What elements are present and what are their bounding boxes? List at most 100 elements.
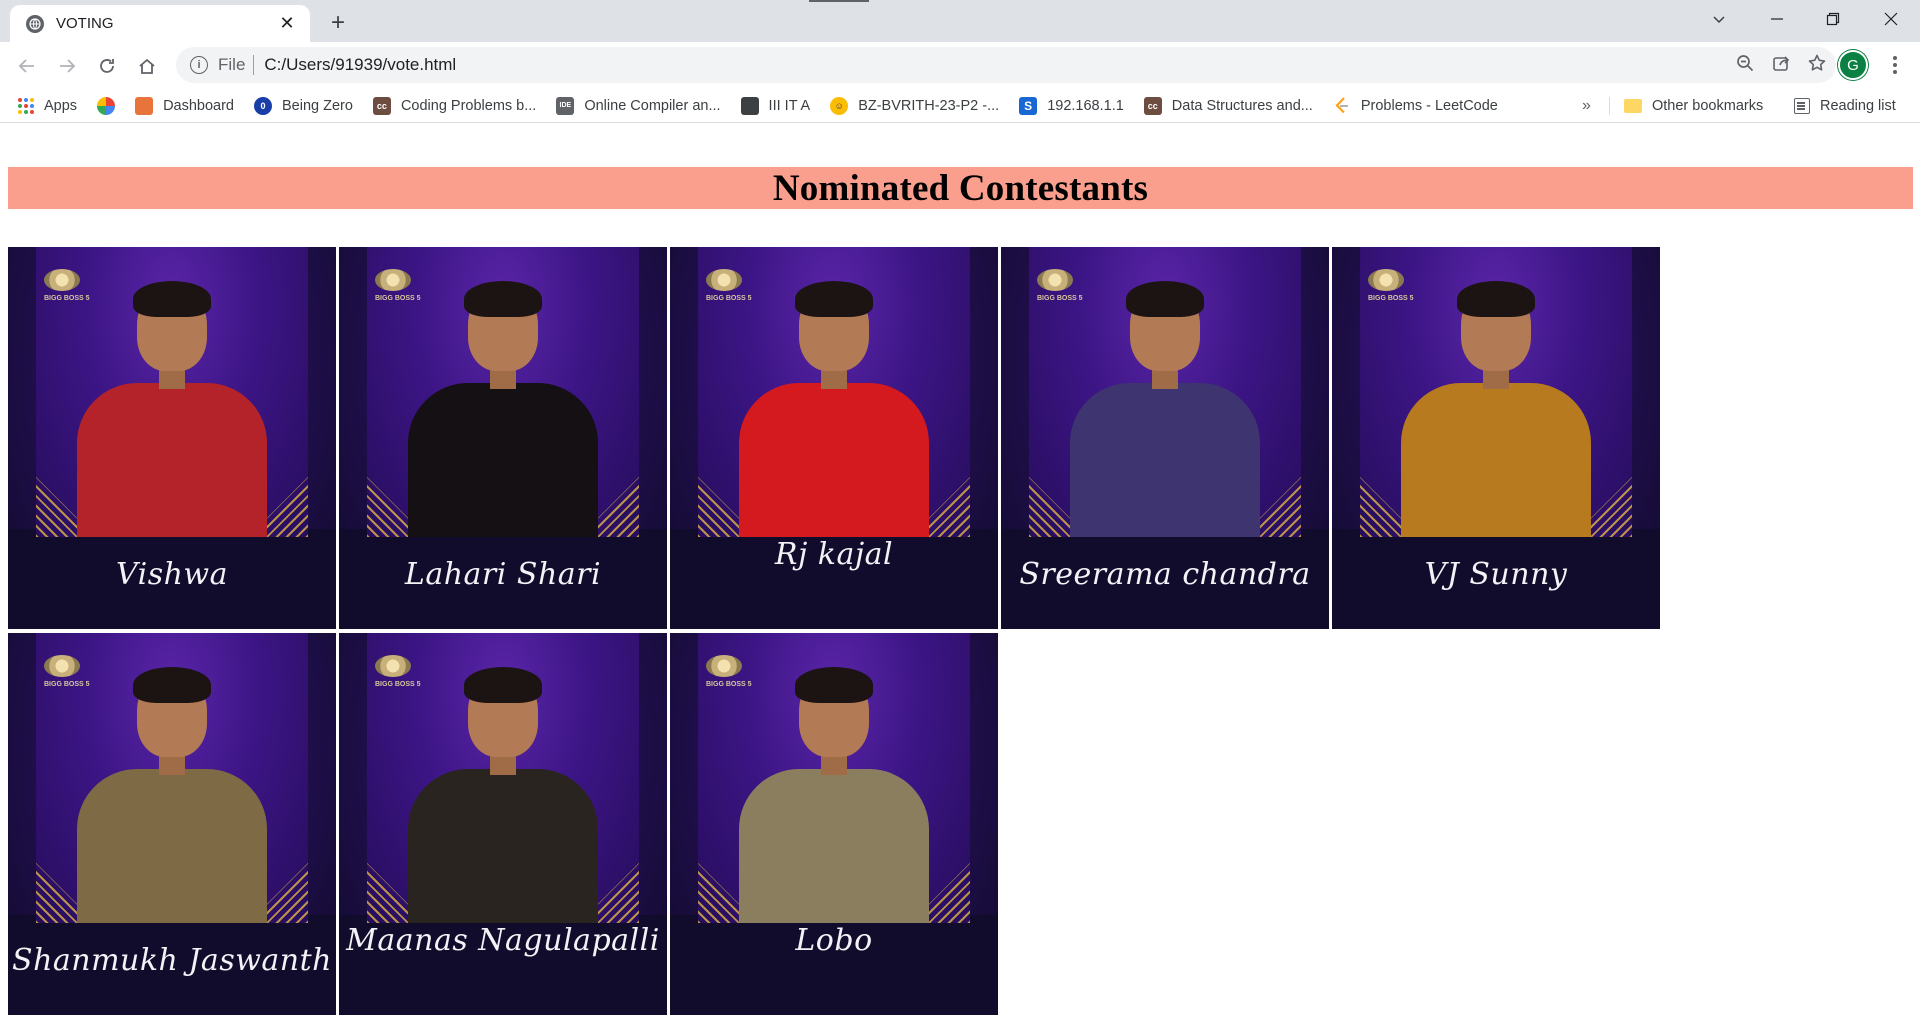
contestant-card[interactable]: BIGG BOSS 5 Sreerama chandra xyxy=(1001,247,1329,629)
bookmark-multicolor-app[interactable] xyxy=(97,92,116,120)
bookmark-router[interactable]: S 192.168.1.1 xyxy=(1019,92,1124,120)
other-bookmarks-label: Other bookmarks xyxy=(1652,98,1764,114)
contestant-photo: BIGG BOSS 5 xyxy=(36,247,308,537)
tab-search-button[interactable] xyxy=(1690,0,1748,38)
forward-button[interactable] xyxy=(50,49,84,83)
dashboard-icon xyxy=(135,96,154,115)
contestant-outfit xyxy=(1401,383,1591,537)
contestant-name: Maanas Nagulapalli xyxy=(346,923,660,958)
contestant-hair xyxy=(1457,281,1535,317)
contestant-card[interactable]: BIGG BOSS 5 Vishwa xyxy=(8,247,336,629)
globe-icon xyxy=(26,14,44,33)
page-title: Nominated Contestants xyxy=(772,167,1149,209)
contestant-figure xyxy=(77,281,267,537)
contestant-outfit xyxy=(408,769,598,923)
bigg-boss-eye-logo xyxy=(44,655,80,677)
url-scheme: File xyxy=(218,55,246,74)
reading-list-icon xyxy=(1794,98,1810,114)
contestant-outfit xyxy=(77,383,267,537)
close-window-button[interactable] xyxy=(1862,0,1920,38)
being-zero-icon: 0 xyxy=(254,96,272,115)
profile-avatar[interactable]: G xyxy=(1838,50,1868,80)
contestant-hair xyxy=(464,667,542,703)
reading-list-label: Reading list xyxy=(1820,98,1896,114)
url-text[interactable]: C:/Users/91939/vote.html xyxy=(264,55,456,75)
contestant-photo: BIGG BOSS 5 xyxy=(367,633,639,923)
bookmarks-bar: Apps Dashboard 0 Being Zero cc Coding Pr… xyxy=(0,89,1920,123)
tab-title: VOTING xyxy=(56,15,114,32)
contestant-hair xyxy=(464,281,542,317)
contestant-hair xyxy=(795,281,873,317)
bigg-boss-eye-logo xyxy=(706,269,742,291)
bookmark-label: 192.168.1.1 xyxy=(1047,97,1124,114)
contestant-figure xyxy=(77,667,267,923)
apps-grid-icon xyxy=(18,97,34,114)
contestant-name: Vishwa xyxy=(115,557,228,592)
bigg-boss-eye-logo xyxy=(44,269,80,291)
contestant-figure xyxy=(739,667,929,923)
contestant-card[interactable]: BIGG BOSS 5 Lobo xyxy=(670,633,998,1015)
bookmark-being-zero[interactable]: 0 Being Zero xyxy=(254,92,353,120)
contestant-photo: BIGG BOSS 5 xyxy=(367,247,639,537)
address-bar[interactable]: i File C:/Users/91939/vote.html xyxy=(176,47,1836,83)
zoom-icon[interactable] xyxy=(1736,54,1754,77)
contestant-figure xyxy=(739,281,929,537)
contestant-outfit xyxy=(1070,383,1260,537)
contestant-card[interactable]: BIGG BOSS 5 Shanmukh Jaswanth xyxy=(8,633,336,1015)
tab-voting[interactable]: VOTING ✕ xyxy=(10,5,310,42)
bookmark-leetcode[interactable]: Problems - LeetCode xyxy=(1333,92,1498,120)
home-button[interactable] xyxy=(130,49,164,83)
smiley-icon: ☺ xyxy=(830,96,849,115)
bookmark-apps[interactable]: Apps xyxy=(18,92,77,120)
bookmark-data-structures[interactable]: cc Data Structures and... xyxy=(1143,92,1313,120)
bigg-boss-eye-logo xyxy=(375,269,411,291)
reading-list[interactable]: Reading list xyxy=(1794,92,1896,120)
bigg-boss-eye-logo xyxy=(1037,269,1073,291)
contestant-hair xyxy=(133,281,211,317)
restore-button[interactable] xyxy=(1804,0,1862,38)
contestant-hair xyxy=(1126,281,1204,317)
contestant-card[interactable]: BIGG BOSS 5 VJ Sunny xyxy=(1332,247,1660,629)
bookmark-dashboard[interactable]: Dashboard xyxy=(135,92,234,120)
bookmark-star-icon[interactable] xyxy=(1808,54,1826,77)
bookmark-iii-it-a[interactable]: III IT A xyxy=(740,92,811,120)
minimize-button[interactable] xyxy=(1748,0,1806,38)
reload-button[interactable] xyxy=(90,49,124,83)
cc-icon: cc xyxy=(372,96,391,115)
contestant-card[interactable]: BIGG BOSS 5 Lahari Shari xyxy=(339,247,667,629)
more-menu-icon[interactable] xyxy=(1880,50,1910,80)
bookmark-online-compiler[interactable]: IDE Online Compiler an... xyxy=(556,92,721,120)
bookmark-label: Coding Problems b... xyxy=(400,97,537,114)
contestant-name: Lahari Shari xyxy=(404,557,602,592)
contestant-name: Sreerama chandra xyxy=(1019,557,1311,592)
share-icon[interactable] xyxy=(1772,54,1790,77)
bookmark-label: III IT A xyxy=(768,97,811,114)
bookmark-label: BZ-BVRITH-23-P2 -... xyxy=(858,97,1000,114)
bigg-boss-eye-logo xyxy=(375,655,411,677)
bookmark-label: Problems - LeetCode xyxy=(1360,97,1498,114)
contestant-outfit xyxy=(408,383,598,537)
contestant-photo: BIGG BOSS 5 xyxy=(36,633,308,923)
bookmark-bz-bvrith[interactable]: ☺ BZ-BVRITH-23-P2 -... xyxy=(830,92,999,120)
back-button[interactable] xyxy=(10,49,44,83)
contestant-hair xyxy=(133,667,211,703)
heading-banner: Nominated Contestants xyxy=(8,167,1913,209)
contestant-outfit xyxy=(77,769,267,923)
close-tab-icon[interactable]: ✕ xyxy=(276,13,298,35)
folder-icon xyxy=(1624,99,1642,113)
contestant-card[interactable]: BIGG BOSS 5 Rj kajal xyxy=(670,247,998,629)
contestant-photo: BIGG BOSS 5 xyxy=(698,247,970,537)
title-bar: VOTING ✕ + xyxy=(0,0,1920,42)
new-tab-button[interactable]: + xyxy=(324,9,352,37)
contestant-card[interactable]: BIGG BOSS 5 Maanas Nagulapalli xyxy=(339,633,667,1015)
bookmark-coding-problems[interactable]: cc Coding Problems b... xyxy=(372,92,537,120)
bookmark-label: Online Compiler an... xyxy=(584,97,721,114)
url-divider xyxy=(253,55,255,75)
more-bookmarks-button[interactable]: » xyxy=(1582,89,1591,123)
contestant-figure xyxy=(408,281,598,537)
contestant-figure xyxy=(1070,281,1260,537)
info-icon[interactable]: i xyxy=(190,56,208,74)
contestant-figure xyxy=(408,667,598,923)
contestant-outfit xyxy=(739,383,929,537)
other-bookmarks[interactable]: Other bookmarks xyxy=(1624,92,1763,120)
